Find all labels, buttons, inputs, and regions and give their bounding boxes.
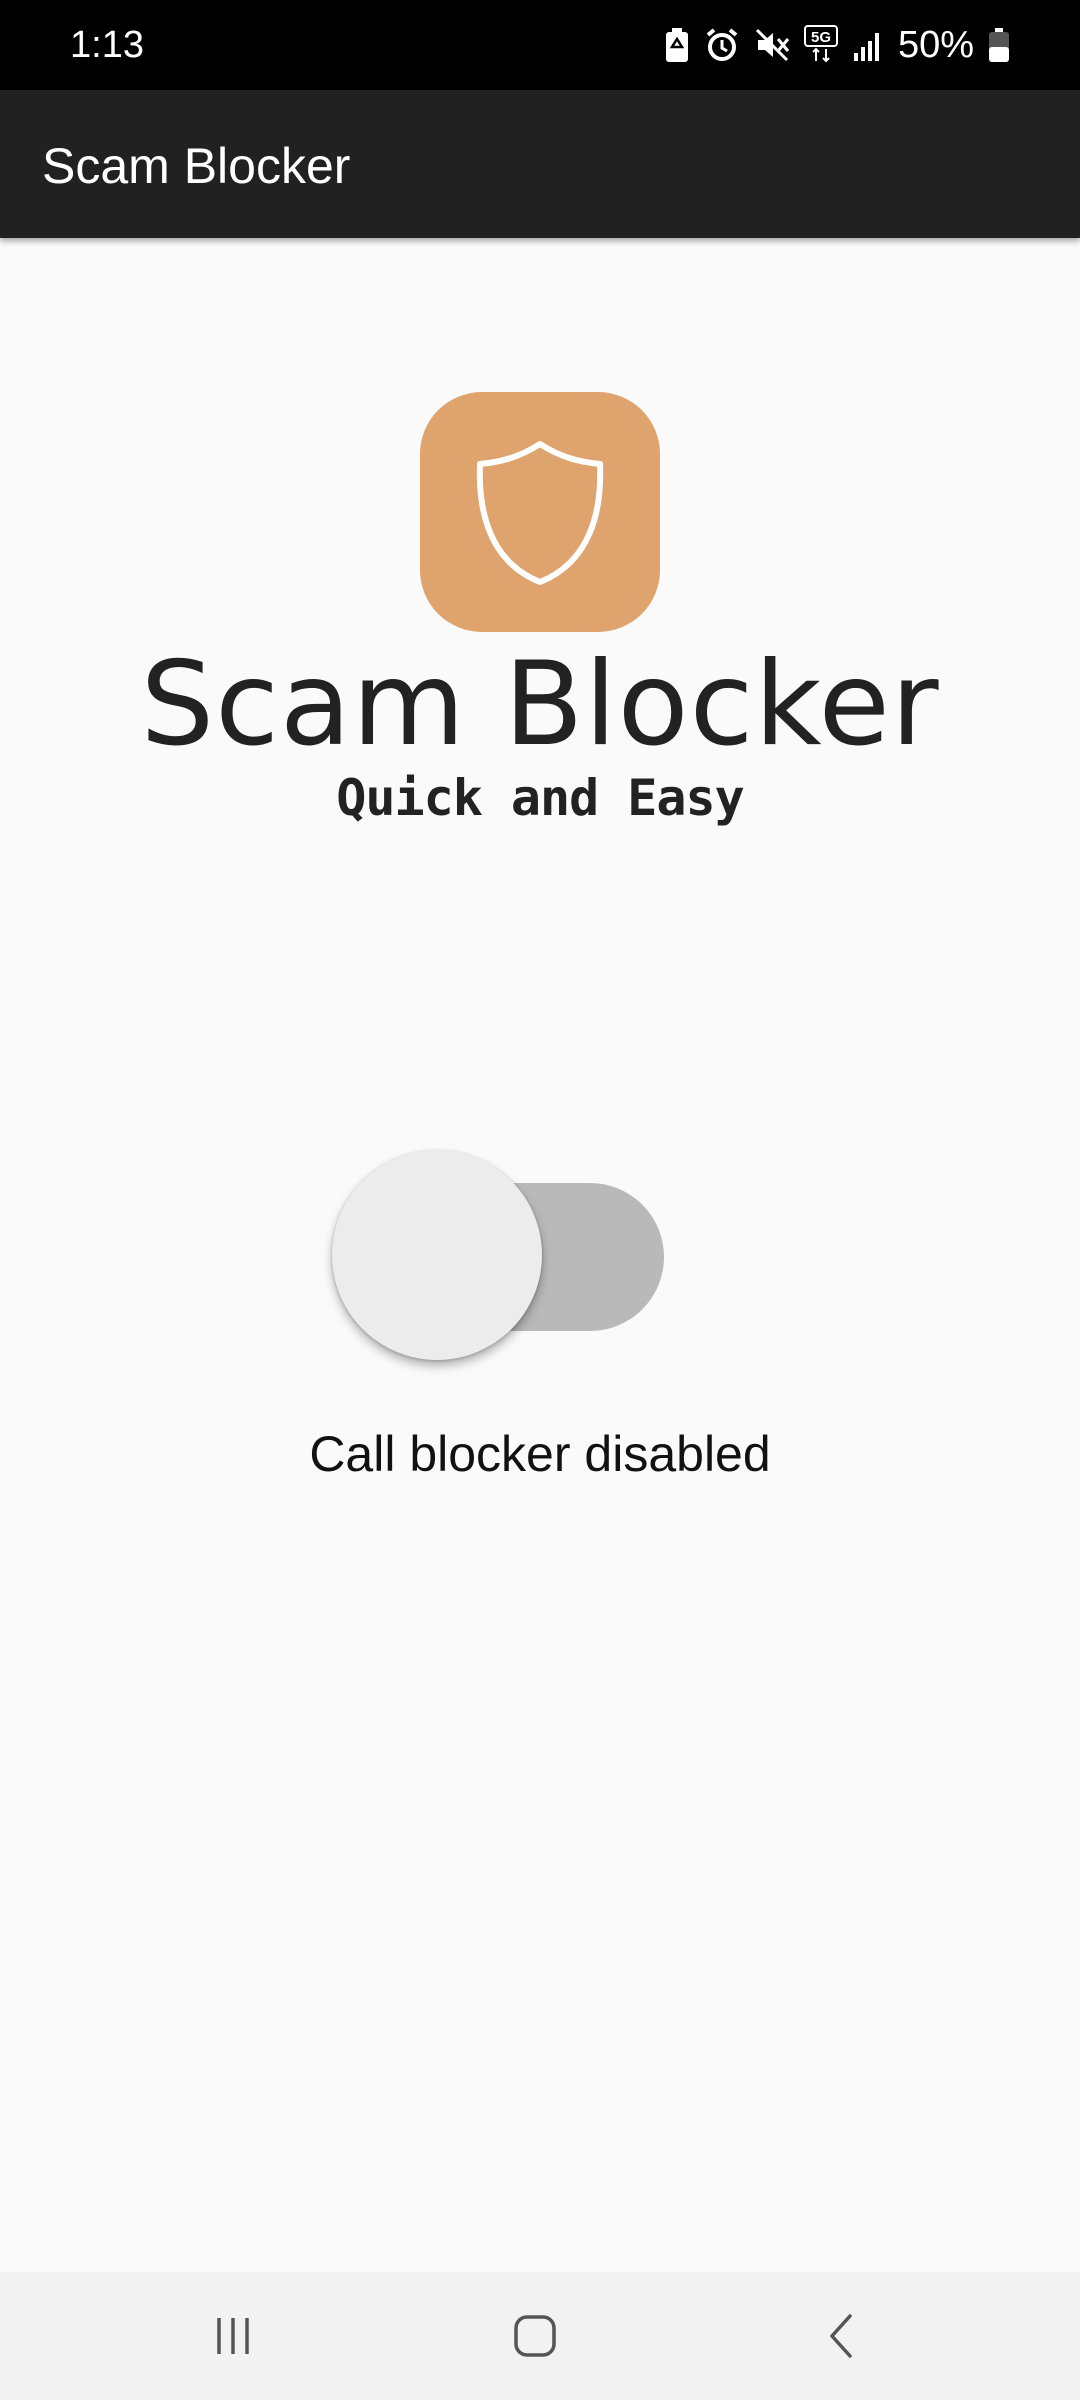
battery-saver-icon xyxy=(664,27,690,63)
alarm-icon xyxy=(704,27,740,63)
logo-tagline: Quick and Easy xyxy=(336,769,744,827)
status-time: 1:13 xyxy=(70,24,144,66)
switch-thumb[interactable] xyxy=(332,1150,542,1360)
back-icon xyxy=(830,2314,852,2358)
back-button[interactable] xyxy=(760,2272,920,2400)
app-bar-title: Scam Blocker xyxy=(42,138,351,194)
home-button[interactable] xyxy=(455,2272,615,2400)
battery-icon xyxy=(988,27,1010,63)
logo-wordmark: Scam Blocker xyxy=(140,637,940,772)
call-blocker-switch[interactable] xyxy=(332,1148,664,1368)
recent-apps-button[interactable] xyxy=(153,2272,313,2400)
navigation-bar xyxy=(0,2272,1080,2400)
signal-icon xyxy=(852,29,884,61)
app-bar: Scam Blocker xyxy=(0,90,1080,238)
status-bar: 1:13 5G 50% xyxy=(0,0,1080,90)
status-icons: 5G 50% xyxy=(664,20,1010,70)
battery-percent: 50% xyxy=(897,24,974,66)
svg-text:5G: 5G xyxy=(811,29,831,46)
shield-icon xyxy=(476,441,604,585)
switch-status-label: Call blocker disabled xyxy=(309,1426,771,1482)
5g-icon: 5G xyxy=(803,25,838,65)
mute-icon xyxy=(754,27,790,63)
home-icon xyxy=(514,2315,556,2357)
recent-apps-icon xyxy=(217,2318,249,2354)
app-logo xyxy=(420,392,660,632)
